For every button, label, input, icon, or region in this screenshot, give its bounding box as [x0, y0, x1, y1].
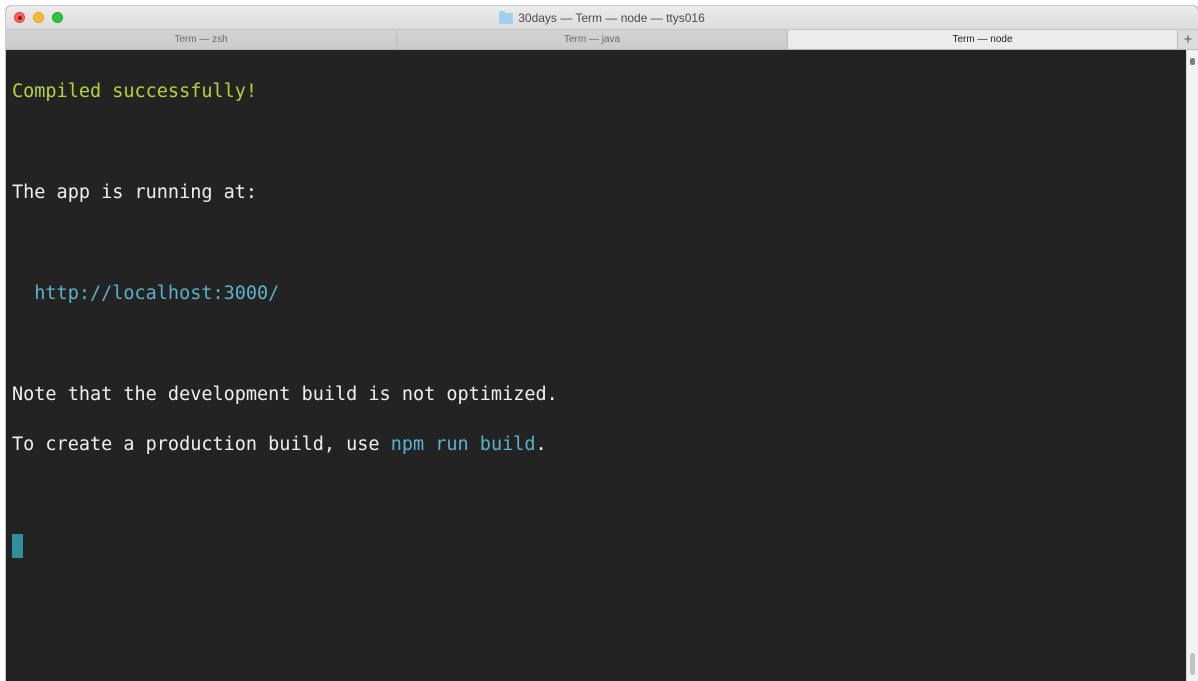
- note-message: Note that the development build is not o…: [12, 383, 558, 405]
- url-indent: [12, 283, 34, 304]
- terminal-output[interactable]: Compiled successfully! The app is runnin…: [6, 50, 1186, 681]
- localhost-url[interactable]: http://localhost:3000/: [34, 283, 279, 304]
- scroll-thumb[interactable]: [1190, 653, 1195, 675]
- tab-label: Term — java: [563, 34, 621, 45]
- tab-bar: Term — zsh Term — java Term — node +: [6, 30, 1198, 50]
- title-bar[interactable]: 30days — Term — node — ttys016: [6, 6, 1198, 30]
- tab-term-zsh[interactable]: Term — zsh: [6, 30, 397, 49]
- compiled-message: Compiled successfully!: [12, 81, 258, 103]
- running-message: The app is running at:: [12, 181, 258, 203]
- tab-term-node[interactable]: Term — node: [788, 30, 1178, 49]
- scrollbar[interactable]: [1186, 50, 1198, 681]
- folder-icon: [499, 10, 514, 24]
- create-build-suffix: .: [535, 433, 547, 455]
- npm-run-build-command: npm run build: [390, 433, 536, 455]
- scroll-indicator-top[interactable]: [1190, 58, 1195, 65]
- prompt-line: [12, 533, 1186, 558]
- text-cursor: [12, 533, 23, 558]
- plus-icon[interactable]: +: [1178, 30, 1198, 49]
- create-build-prefix: To create a production build, use: [12, 433, 391, 455]
- url-line: http://localhost:3000/: [12, 281, 1186, 306]
- tab-label: Term — zsh: [174, 34, 228, 45]
- create-build-message: To create a production build, use npm ru…: [12, 432, 1186, 457]
- tab-term-java[interactable]: Term — java: [397, 30, 788, 49]
- window-title-text: 30days — Term — node — ttys016: [518, 11, 705, 25]
- terminal-window: 30days — Term — node — ttys016 Term — zs…: [6, 6, 1198, 681]
- window-title: 30days — Term — node — ttys016: [6, 6, 1198, 30]
- tab-label: Term — node: [952, 34, 1013, 45]
